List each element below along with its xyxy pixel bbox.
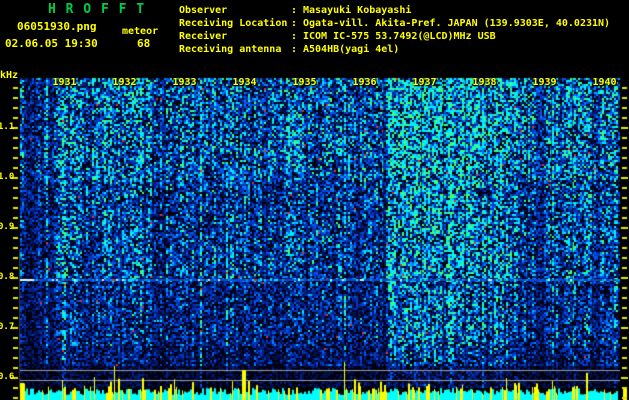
station-info-row: Receiving Location: Ogata-vill. Akita-Pre…: [179, 17, 610, 30]
time-axis-label: 1931: [52, 77, 77, 88]
y-axis-unit-label: kHz: [0, 70, 19, 81]
info-value: A504HB(yagi 4el): [303, 44, 400, 55]
hrofft-window: H R O F F T 06051930.png meteor 02.06.05…: [0, 0, 629, 400]
time-axis-label: 1937: [412, 77, 437, 88]
output-filename: 06051930.png: [17, 20, 97, 33]
y-axis-label: 0.8: [0, 272, 15, 282]
info-label: Receiving Location: [179, 18, 288, 29]
station-info-row: Observer: Masayuki Kobayashi: [179, 4, 610, 17]
info-label: Observer: [179, 5, 228, 16]
info-label: Receiver: [179, 31, 228, 42]
time-axis-label: 1934: [232, 77, 257, 88]
info-separator: :: [291, 18, 298, 29]
y-axis-label: 1.1: [0, 122, 15, 132]
info-value: Ogata-vill. Akita-Pref. JAPAN (139.9303E…: [303, 18, 611, 29]
time-axis-label: 1933: [172, 77, 197, 88]
y-axis-label: 1.0: [0, 172, 15, 182]
mode-label: meteor: [122, 26, 159, 37]
info-value: Masayuki Kobayashi: [303, 5, 412, 16]
time-axis-label: 1939: [532, 77, 557, 88]
y-axis-label: 0.7: [0, 322, 15, 332]
info-value: ICOM IC-575 53.7492(@LCD)MHz USB: [303, 31, 496, 42]
time-axis-label: 1938: [472, 77, 497, 88]
time-axis-label: 1936: [352, 77, 377, 88]
info-separator: :: [291, 31, 298, 42]
app-title: H R O F F T: [48, 2, 146, 17]
y-axis-label: 0.9: [0, 222, 15, 232]
station-info-row: Receiving antenna: A504HB(yagi 4el): [179, 43, 610, 56]
time-axis-label: 1940: [592, 77, 617, 88]
station-info-block: Observer: Masayuki Kobayashi Receiving Loc…: [179, 4, 610, 56]
station-info-row: Receiver: ICOM IC-575 53.7492(@LCD)MHz US…: [179, 30, 610, 43]
info-separator: :: [291, 5, 298, 16]
time-axis-label: 1932: [112, 77, 137, 88]
observation-datetime: 02.06.05 19:30: [5, 37, 98, 50]
info-label: Receiving antenna: [179, 44, 282, 55]
echo-count: 68: [137, 37, 151, 50]
info-separator: :: [291, 44, 298, 55]
spectrogram-canvas: [0, 0, 629, 400]
time-axis-label: 1935: [292, 77, 317, 88]
y-axis-label: 0.6: [0, 372, 15, 382]
